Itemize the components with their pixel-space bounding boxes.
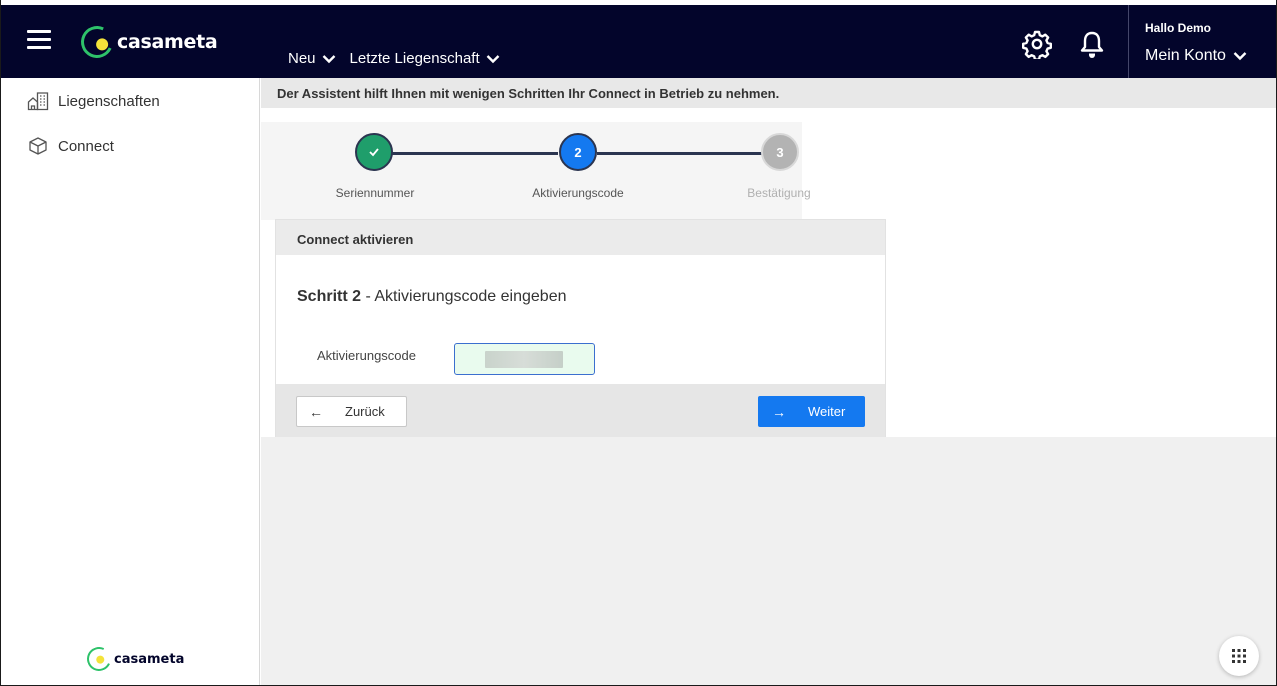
bell-icon[interactable] — [1077, 29, 1107, 59]
sidebar-item-connect[interactable]: Connect — [27, 136, 114, 156]
step-heading: Schritt 2 - Aktivierungscode eingeben — [297, 288, 566, 306]
activation-code-label: Aktivierungscode — [317, 348, 416, 363]
grid-dots-icon — [1232, 649, 1246, 663]
activation-code-input[interactable] — [454, 343, 595, 375]
next-button[interactable]: → Weiter — [758, 396, 865, 427]
step-heading-bold: Schritt 2 — [297, 288, 362, 305]
logo-text: casameta — [117, 31, 218, 53]
step-heading-text: - Aktivierungscode eingeben — [361, 288, 567, 305]
step-3-pending-circle: 3 — [761, 133, 799, 171]
step-number: 2 — [574, 144, 582, 160]
arrow-right-icon: → — [772, 403, 786, 420]
app-launcher-button[interactable] — [1219, 636, 1259, 676]
app-frame: casameta Neu Letzte Liegenschaft Hallo D… — [0, 0, 1277, 686]
cube-icon — [29, 137, 47, 155]
chevron-down-icon — [1233, 52, 1247, 61]
stepper-connector — [597, 152, 762, 155]
next-button-label: Weiter — [808, 404, 846, 419]
header-divider — [1128, 5, 1129, 78]
info-banner: Der Assistent hilft Ihnen mit wenigen Sc… — [261, 78, 1276, 108]
step-1-done-circle — [355, 133, 393, 171]
top-header: casameta Neu Letzte Liegenschaft Hallo D… — [1, 5, 1276, 78]
main-content: Der Assistent hilft Ihnen mit wenigen Sc… — [261, 78, 1276, 685]
sidebar: Liegenschaften Connect casameta — [1, 78, 260, 685]
header-logo[interactable]: casameta — [76, 21, 218, 63]
nav-last-property-menu[interactable]: Letzte Liegenschaft — [350, 50, 500, 67]
card-footer: ← Zurück → Weiter — [276, 384, 885, 437]
nav-new-menu[interactable]: Neu — [288, 50, 336, 67]
account-menu[interactable]: Mein Konto — [1145, 47, 1247, 65]
step-number: 3 — [776, 144, 784, 160]
step-1-label: Seriennummer — [335, 186, 415, 200]
buildings-icon — [27, 92, 49, 111]
top-nav: Neu Letzte Liegenschaft — [288, 50, 514, 67]
settings-gear-icon[interactable] — [1022, 29, 1052, 59]
activation-card: Connect aktivieren Schritt 2 - Aktivieru… — [275, 219, 886, 437]
sidebar-item-label: Connect — [58, 137, 114, 155]
stepper — [261, 122, 802, 220]
logo-mark-icon — [83, 643, 115, 675]
step-2-active-circle: 2 — [559, 133, 597, 171]
back-button-label: Zurück — [345, 404, 385, 419]
stepper-connector — [391, 152, 558, 155]
card-header: Connect aktivieren — [276, 220, 885, 255]
account-label: Mein Konto — [1145, 47, 1226, 64]
sidebar-footer-logo: casameta — [83, 643, 185, 675]
nav-new-label: Neu — [288, 50, 316, 67]
back-button[interactable]: ← Zurück — [296, 396, 407, 427]
logo-mark-icon — [76, 21, 118, 63]
step-3-label: Bestätigung — [747, 186, 811, 200]
chevron-down-icon — [486, 54, 499, 63]
menu-icon[interactable] — [27, 30, 51, 52]
redacted-value — [485, 351, 563, 368]
nav-last-property-label: Letzte Liegenschaft — [349, 50, 480, 67]
arrow-left-icon: ← — [309, 403, 323, 420]
step-2-label: Aktivierungscode — [532, 186, 624, 200]
logo-text: casameta — [114, 651, 185, 667]
chevron-down-icon — [322, 54, 335, 63]
sidebar-item-label: Liegenschaften — [58, 92, 160, 110]
sidebar-item-liegenschaften[interactable]: Liegenschaften — [27, 91, 160, 111]
checkmark-icon — [369, 148, 379, 157]
user-greeting: Hallo Demo — [1145, 21, 1212, 35]
